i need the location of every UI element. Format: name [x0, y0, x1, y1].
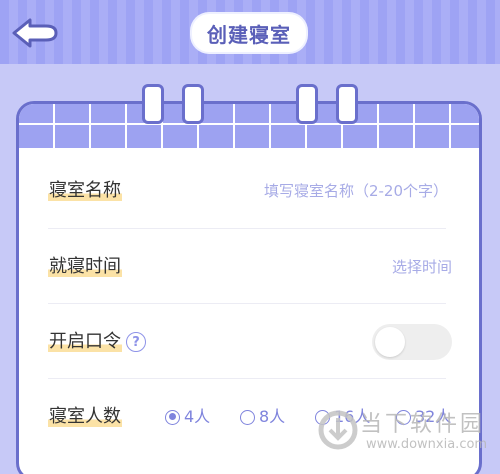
password-toggle[interactable] [372, 324, 452, 360]
watermark-name: 当下软件园 [360, 412, 486, 437]
watermark-url: www.downxia.com [366, 437, 488, 452]
binder-ring [296, 84, 318, 124]
binder-ring [142, 84, 164, 124]
back-button[interactable] [10, 16, 60, 50]
size-option-label: 4人 [184, 407, 211, 426]
card-header-strip [19, 104, 479, 148]
watermark-logo-icon [318, 410, 358, 450]
watermark: 当下软件园 www.downxia.com [316, 404, 496, 464]
bedtime-picker[interactable]: 选择时间 [392, 257, 452, 277]
size-option-label: 8人 [259, 407, 286, 426]
page-title: 创建寝室 [192, 14, 306, 52]
dorm-name-label: 寝室名称 [48, 179, 122, 203]
binder-ring [336, 84, 358, 124]
back-arrow-icon [12, 18, 58, 48]
divider [48, 228, 446, 229]
password-label: 开启口令 [48, 330, 122, 354]
binder-ring [182, 84, 204, 124]
size-option-8[interactable]: 8人 [240, 406, 285, 428]
dorm-size-label: 寝室人数 [48, 405, 122, 429]
divider [48, 378, 446, 379]
divider [48, 303, 446, 304]
dorm-name-input[interactable]: 填写寝室名称（2-20个字） [264, 181, 448, 201]
header-bar: 创建寝室 [0, 0, 500, 64]
size-option-4[interactable]: 4人 [165, 406, 210, 428]
radio-unselected-icon [240, 409, 255, 425]
bedtime-label: 就寝时间 [48, 255, 122, 279]
radio-selected-icon [165, 409, 180, 425]
help-icon[interactable]: ? [126, 332, 146, 352]
toggle-knob [375, 327, 405, 357]
